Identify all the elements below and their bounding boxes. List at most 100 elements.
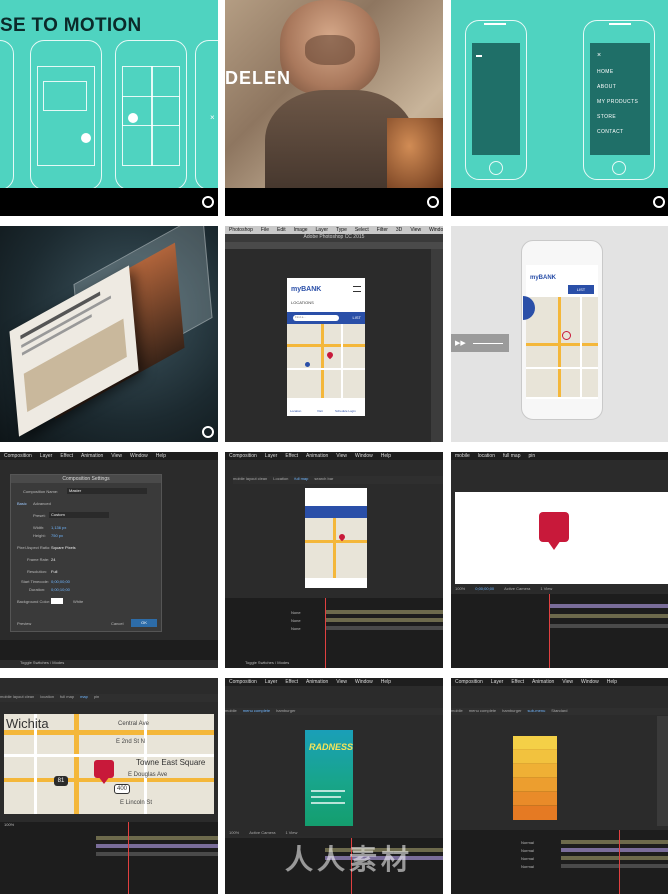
play-icon[interactable]: ▶▶: [455, 339, 466, 347]
search-bar: [305, 506, 367, 518]
resolution-select[interactable]: Full: [51, 569, 57, 574]
tile-ae-map[interactable]: mobile layout clean location full map map pi…: [0, 678, 218, 894]
phone-outline: ×: [195, 40, 218, 190]
tab[interactable]: search bar: [314, 476, 333, 481]
comp-viewer[interactable]: [455, 492, 668, 584]
submenu-item[interactable]: [513, 806, 557, 820]
bottom-link[interactable]: Location: [290, 409, 301, 413]
street-label: E Douglas Ave: [128, 772, 168, 778]
map-view[interactable]: [526, 297, 598, 397]
view-select[interactable]: 1 View: [540, 586, 552, 591]
tab[interactable]: Location: [273, 476, 288, 481]
bottom-link[interactable]: Visit: [317, 409, 323, 413]
map-view: [305, 518, 367, 578]
watermark-logo: 人人素材: [285, 844, 414, 875]
submenu-item[interactable]: [513, 778, 557, 792]
search-input[interactable]: Find a...: [293, 315, 339, 321]
menu-item-about[interactable]: ABOUT: [597, 84, 616, 90]
layer-mode[interactable]: None: [291, 618, 301, 623]
submenu-item[interactable]: [513, 792, 557, 806]
camera-select[interactable]: Active Camera: [504, 586, 530, 591]
width-label: Width:: [33, 525, 45, 530]
zoom-level[interactable]: 100%: [4, 822, 14, 827]
play-icon[interactable]: [202, 196, 214, 208]
layer-mode[interactable]: Normal: [521, 848, 534, 853]
pin-body[interactable]: [539, 512, 569, 542]
bg-color-swatch[interactable]: [51, 598, 63, 604]
scrub-bar[interactable]: ▶▶: [451, 334, 509, 352]
comp-name-input[interactable]: Master: [67, 488, 147, 494]
tile-photoshop[interactable]: Photoshop File Edit Image Layer Type Select Fil…: [225, 226, 443, 442]
tab[interactable]: mobile layout clean: [233, 476, 267, 481]
submenu-stack[interactable]: [513, 736, 557, 820]
tile-iphone-map[interactable]: myBANK LIST ▶▶: [451, 226, 668, 442]
hamburger-icon[interactable]: [353, 286, 361, 292]
comp-settings-dialog[interactable]: Composition Settings Composition Name: M…: [10, 474, 162, 632]
map-view[interactable]: Wichita Central Ave E 2nd St N Towne Eas…: [4, 714, 214, 814]
tile-wireframes-menu[interactable]: × HOME ABOUT MY PRODUCTS STORE CONTACT: [451, 0, 668, 216]
preview-checkbox[interactable]: Preview: [17, 621, 31, 626]
tile-3d-screens[interactable]: [0, 226, 218, 442]
close-icon[interactable]: ×: [597, 52, 601, 59]
ok-button[interactable]: OK: [131, 619, 157, 627]
play-icon[interactable]: [653, 196, 665, 208]
menu-item-contact[interactable]: CONTACT: [597, 129, 624, 135]
layer-mode[interactable]: Normal: [521, 840, 534, 845]
tile-ae-submenu[interactable]: Composition Layer Effect Animation View Windo…: [451, 678, 668, 894]
zoom-level[interactable]: 100%: [455, 586, 465, 591]
layer-mode[interactable]: None: [291, 626, 301, 631]
tile-wireframes-motion[interactable]: SE TO MOTION ×: [0, 0, 218, 216]
tile-ae-bank-comp[interactable]: Composition Layer Effect Animation View Windo…: [225, 452, 443, 668]
map-pin-icon[interactable]: [325, 350, 335, 360]
close-icon: ×: [210, 113, 215, 122]
layer-mode[interactable]: None: [291, 610, 301, 615]
menu-item-products[interactable]: MY PRODUCTS: [597, 99, 638, 105]
tab[interactable]: full map: [294, 476, 308, 481]
playhead[interactable]: [619, 830, 620, 894]
timecode[interactable]: 0;00;00;00: [475, 586, 494, 591]
duration-input[interactable]: 0;00;10;00: [51, 587, 70, 592]
tile-ae-poster[interactable]: Composition Layer Effect Animation View Windo…: [225, 678, 443, 894]
bank-app-preview[interactable]: [305, 488, 367, 588]
playhead[interactable]: [549, 594, 550, 668]
frame-rate-select[interactable]: 24: [51, 557, 55, 562]
poster-preview[interactable]: RADNESS: [305, 730, 353, 826]
submenu-item[interactable]: [513, 750, 557, 764]
playhead[interactable]: [128, 822, 129, 894]
bottom-link[interactable]: Schedule Login: [335, 409, 356, 413]
menu-item-home[interactable]: HOME: [597, 69, 614, 75]
video-controls[interactable]: [225, 188, 443, 216]
playhead[interactable]: [325, 598, 326, 668]
submenu-item[interactable]: [513, 764, 557, 778]
play-icon[interactable]: [427, 196, 439, 208]
menu-item-store[interactable]: STORE: [597, 114, 616, 120]
submenu-item[interactable]: [513, 736, 557, 750]
timeline-panel: [451, 594, 668, 668]
locations-label: LOCATIONS: [291, 300, 314, 305]
tile-ae-pin[interactable]: mobile location full map pin 100% 0;00;00;00…: [451, 452, 668, 668]
tab-advanced[interactable]: Advanced: [33, 501, 51, 506]
layer-mode[interactable]: Normal: [521, 864, 534, 869]
list-button[interactable]: LIST: [568, 285, 594, 294]
phone-outline: [0, 40, 14, 190]
video-controls[interactable]: [451, 188, 668, 216]
map-view[interactable]: [287, 324, 365, 398]
cancel-button[interactable]: Cancel: [111, 621, 123, 626]
preset-select[interactable]: Custom: [49, 512, 109, 518]
bank-app-artboard[interactable]: myBANK LOCATIONS Find a... LIST Location…: [287, 278, 365, 416]
tab-basic[interactable]: Basic: [17, 501, 27, 506]
tile-photo-man[interactable]: DELEN: [225, 0, 443, 216]
pixel-aspect-select[interactable]: Square Pixels: [51, 545, 76, 550]
layer-mode[interactable]: Normal: [521, 856, 534, 861]
tile-ae-comp-settings[interactable]: Composition Layer Effect Animation View Windo…: [0, 452, 218, 668]
start-tc-input[interactable]: 0;00;00;00: [51, 579, 70, 584]
width-input[interactable]: 1,136 px: [51, 525, 66, 530]
map-pin-icon[interactable]: [305, 362, 310, 367]
height-input[interactable]: 750 px: [51, 533, 63, 538]
video-controls[interactable]: [0, 188, 218, 216]
play-icon[interactable]: [202, 426, 214, 438]
bg-color-label: Background Color:: [17, 599, 51, 604]
highway-shield-icon: 81: [54, 776, 68, 786]
map-pin-icon[interactable]: [562, 331, 571, 340]
list-button[interactable]: LIST: [353, 315, 361, 320]
